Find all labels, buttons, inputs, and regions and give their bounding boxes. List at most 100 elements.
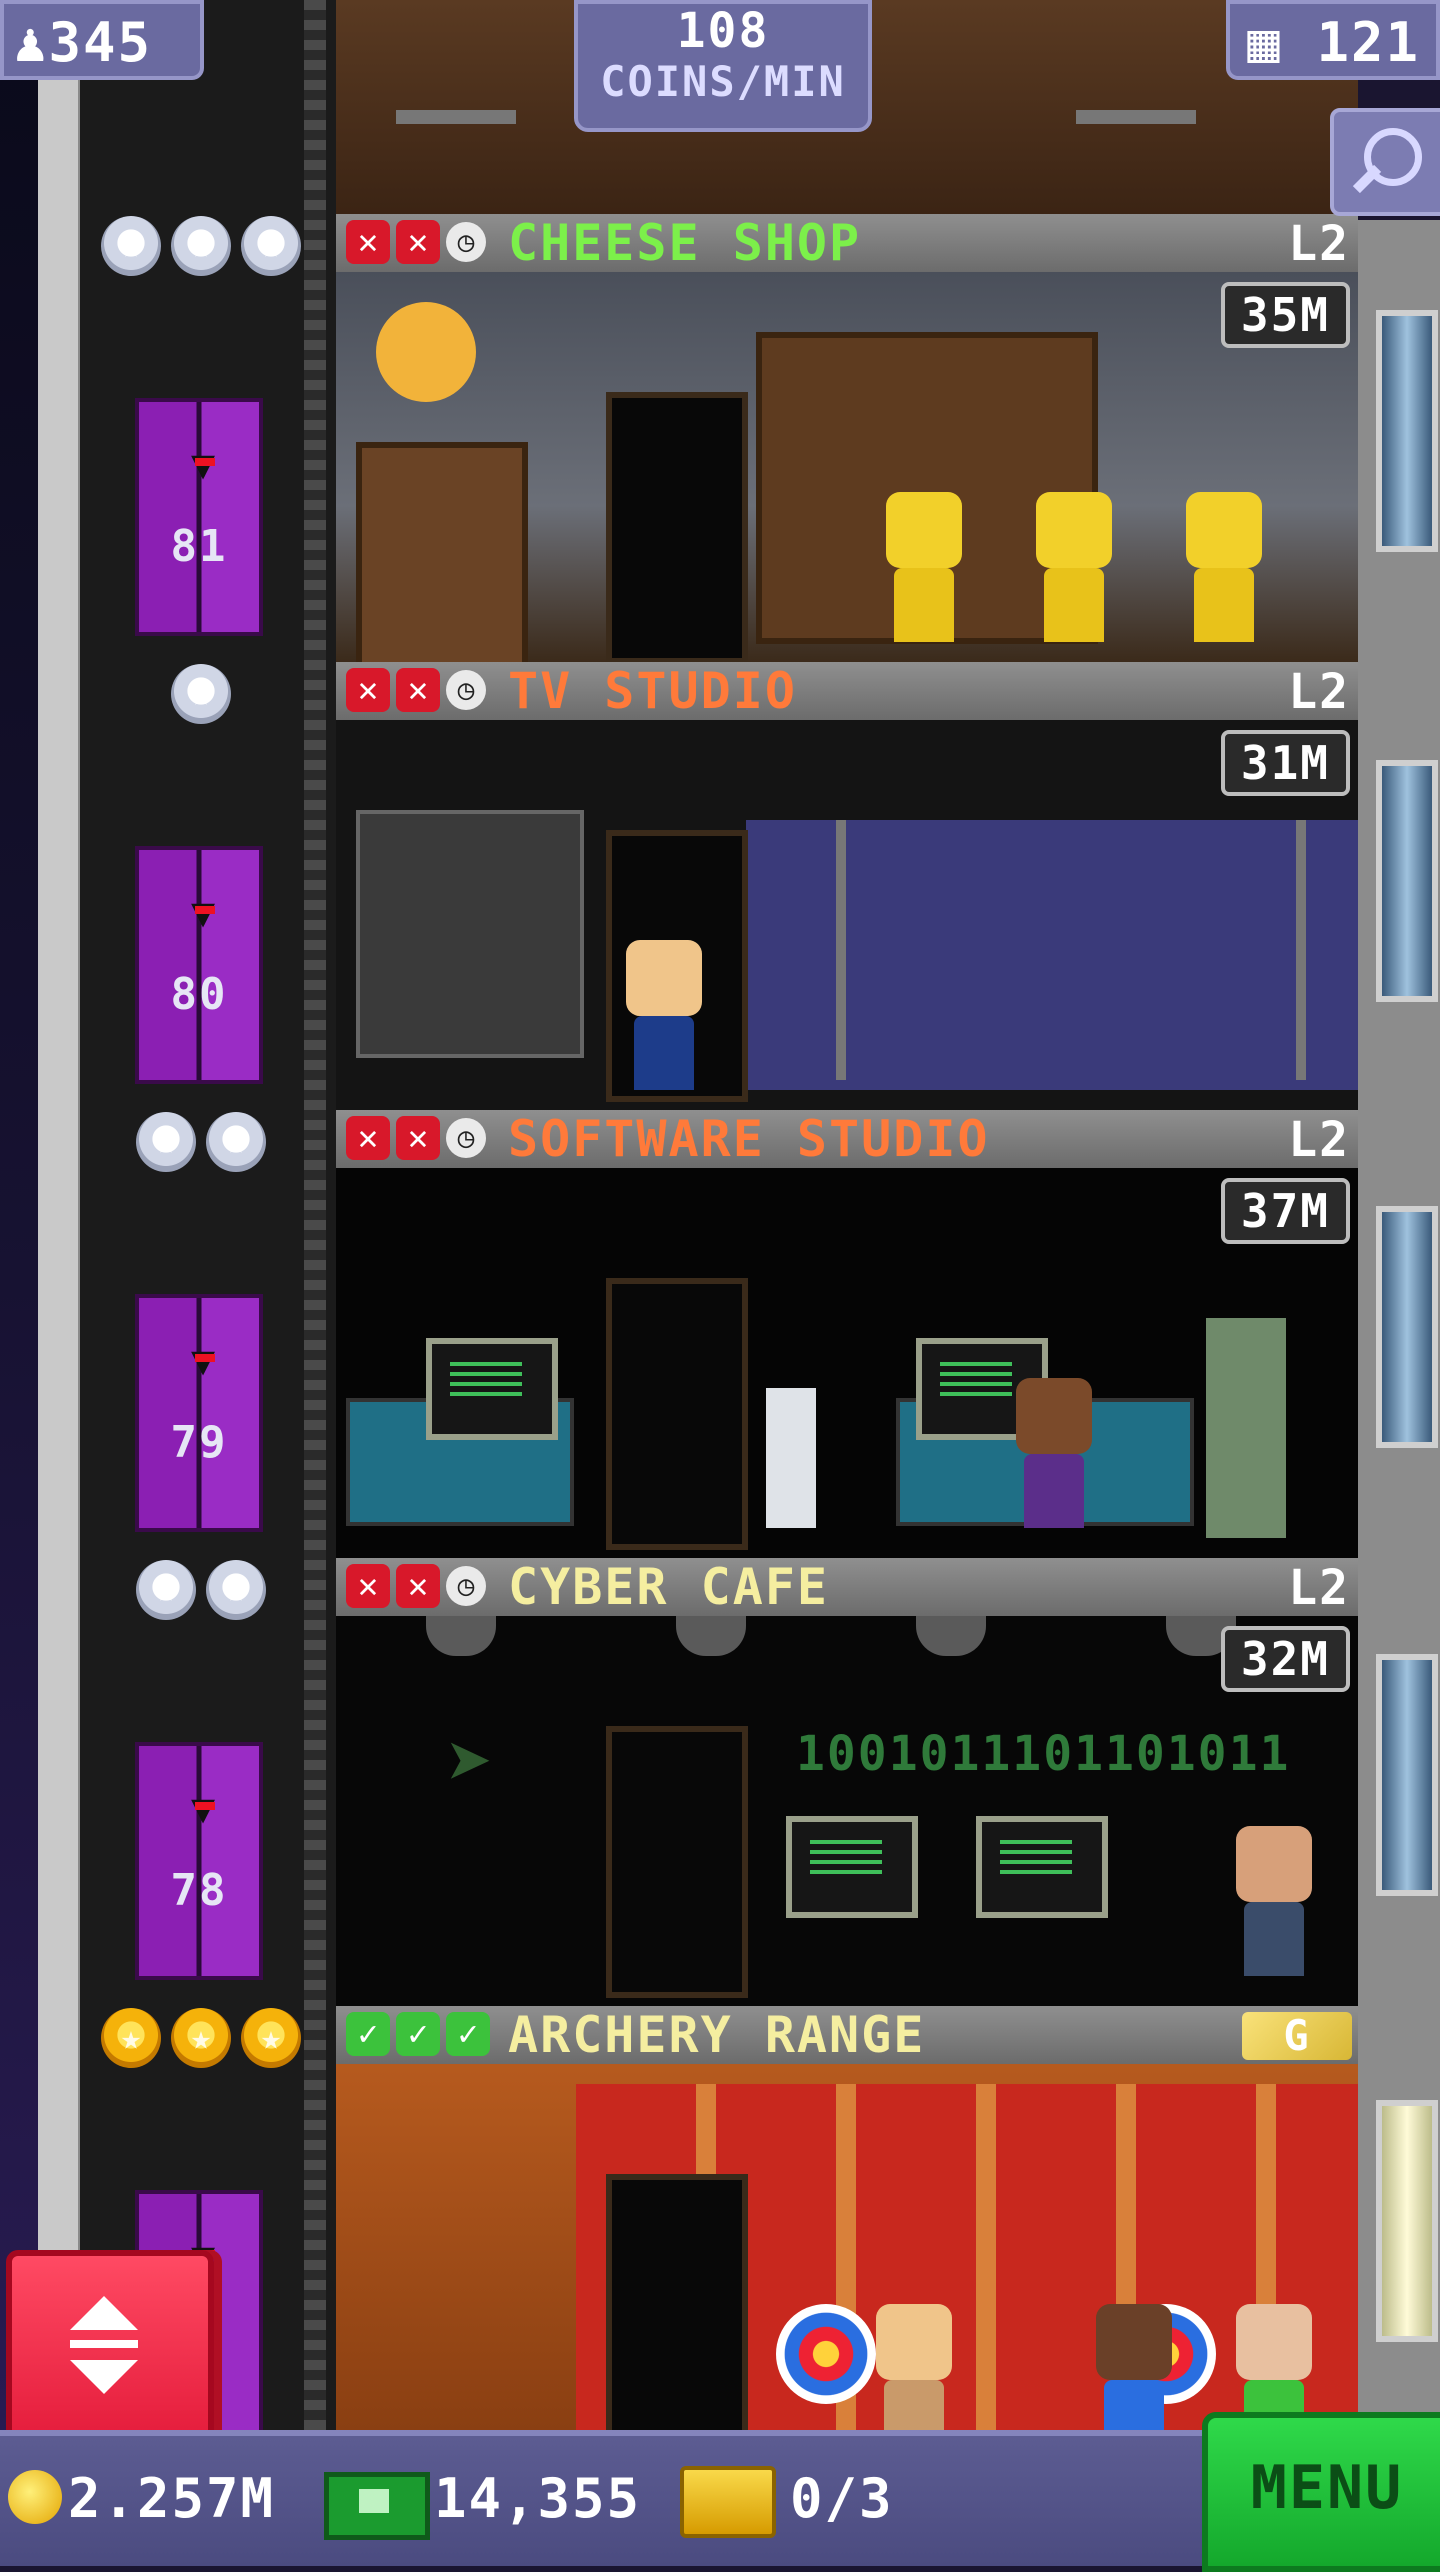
floor-software-studio[interactable]: ✕ ✕ ◷ SOFTWARE STUDIO L2 37M [336, 1110, 1358, 1558]
cheese-shelf [356, 442, 528, 662]
room-door [606, 392, 748, 662]
floor-stars-tv-studio [96, 664, 306, 724]
clock-icon: ◷ [446, 222, 486, 262]
coin-icon [8, 2470, 62, 2524]
archery-target [776, 2304, 876, 2404]
clock-icon: ◷ [446, 1566, 486, 1606]
floor-archery-range[interactable]: ✓ ✓ ✓ ARCHERY RANGE G [336, 2006, 1358, 2430]
elevator-door-floor[interactable]: ▼ 80 [135, 846, 263, 1084]
coins-per-minute-panel: 108 COINS/MIN [574, 0, 872, 132]
ceiling-lamp [426, 1616, 496, 1656]
building-icon: ▦ [1247, 11, 1282, 74]
filing-cabinet [1206, 1318, 1286, 1538]
coins-per-minute-unit: COINS/MIN [600, 57, 846, 106]
diner-table [396, 110, 516, 124]
restock-timer: 35M [1220, 282, 1350, 348]
elevator-door-floor[interactable]: ▼ 78 [135, 1742, 263, 1980]
worker-sprite [1016, 1378, 1092, 1528]
gold-star-icon [241, 2008, 301, 2068]
elevator-door-floor[interactable]: ▼ 79 [135, 1294, 263, 1532]
silver-star-icon [241, 216, 301, 276]
floor-header: ✕ ✕ ◷ CYBER CAFE L2 [336, 1558, 1358, 1620]
bat-icon: ▼ [153, 440, 253, 490]
room-door [606, 1726, 748, 1998]
window [1376, 760, 1438, 1002]
floor-counter[interactable]: ▦ 121 [1226, 0, 1440, 80]
elevator-floor-number: 79 [170, 1417, 228, 1468]
restock-timer: 32M [1220, 1626, 1350, 1692]
visitor-sprite [626, 940, 702, 1090]
golden-floor-badge[interactable]: G [1242, 2012, 1352, 2060]
floor-header: ✕ ✕ ◷ TV STUDIO L2 [336, 662, 1358, 724]
floor-cyber-cafe[interactable]: ✕ ✕ ◷ CYBER CAFE L2 ➤ 1001011101101011 3… [336, 1558, 1358, 2006]
stock-empty-icon: ✕ [346, 1116, 390, 1160]
elevator-floor-number: 80 [170, 969, 228, 1020]
restock-timer: 37M [1220, 1178, 1350, 1244]
clock-icon: ◷ [446, 1118, 486, 1158]
customer-sprite [1236, 1826, 1312, 1976]
cyber-cafe-scene: ➤ 1001011101101011 [336, 1616, 1358, 2006]
computer-monitor [786, 1816, 918, 1918]
floor-status: ✕ ✕ ◷ [346, 1564, 486, 1608]
floor-name: TV STUDIO [508, 662, 797, 720]
cursor-icon: ➤ [446, 1716, 495, 1809]
down-arrow-icon [70, 2360, 138, 2394]
person-icon: ♟ [14, 11, 49, 74]
elevator-button[interactable] [6, 2250, 214, 2442]
gold-star-icon [101, 2008, 161, 2068]
computer-monitor [426, 1338, 558, 1440]
light-stand [1296, 820, 1306, 1080]
floor-count-value: 121 [1316, 11, 1420, 74]
software-studio-scene [336, 1168, 1358, 1558]
floor-cheese-shop[interactable]: ✕ ✕ ◷ CHEESE SHOP L2 35M [336, 214, 1358, 662]
clock-icon: ◷ [446, 670, 486, 710]
stock-empty-icon: ✕ [396, 668, 440, 712]
room-door [606, 2174, 748, 2430]
floor-stars-cyber-cafe [96, 1560, 306, 1620]
elevator-door-floor[interactable]: ▼ 81 [135, 398, 263, 636]
silver-star-icon [171, 216, 231, 276]
worker-sprite [1036, 492, 1112, 642]
worker-sprite [1186, 492, 1262, 642]
stock-empty-icon: ✕ [346, 668, 390, 712]
tower-outer-wall [38, 80, 84, 2430]
floor-status: ✓ ✓ ✓ [346, 2012, 490, 2056]
floor-name: SOFTWARE STUDIO [508, 1110, 990, 1168]
stock-empty-icon: ✕ [396, 1564, 440, 1608]
floor-header: ✓ ✓ ✓ ARCHERY RANGE G [336, 2006, 1358, 2068]
stock-empty-icon: ✕ [396, 220, 440, 264]
bux-value: 14,355 [434, 2467, 642, 2530]
stocked-check-icon: ✓ [346, 2012, 390, 2056]
visitor-sprite [1096, 2304, 1172, 2430]
restock-timer: 31M [1220, 730, 1350, 796]
floor-level: L2 [1288, 664, 1350, 720]
stock-empty-icon: ✕ [396, 1116, 440, 1160]
bat-icon: ▼ [153, 1336, 253, 1386]
archery-range-scene [336, 2064, 1358, 2430]
floor-status: ✕ ✕ ◷ [346, 220, 486, 264]
bat-icon: ▼ [153, 1784, 253, 1834]
cheese-wheel [376, 302, 476, 402]
floor-tv-studio[interactable]: ✕ ✕ ◷ TV STUDIO L2 31M [336, 662, 1358, 1110]
floor-stars-cheese-shop [96, 216, 306, 276]
elevator-rail [304, 0, 326, 2430]
window [1376, 310, 1438, 552]
stock-empty-icon: ✕ [346, 1564, 390, 1608]
floor-stars-software-studio [96, 1112, 306, 1172]
control-console [356, 810, 584, 1058]
floor-stars-archery-range [96, 2008, 306, 2068]
window [1376, 2100, 1438, 2342]
floor-status: ✕ ✕ ◷ [346, 1116, 486, 1160]
search-button[interactable] [1330, 108, 1440, 216]
bat-icon: ▼ [153, 888, 253, 938]
population-counter[interactable]: ♟345 [0, 0, 204, 80]
cheese-shop-scene [336, 272, 1358, 662]
diner-table [1076, 110, 1196, 124]
elevator-floor-number: 81 [170, 521, 228, 572]
menu-button[interactable]: MENU [1202, 2412, 1440, 2572]
population-value: 345 [48, 11, 153, 74]
silver-star-icon [136, 1560, 196, 1620]
elevator-divider [70, 2340, 138, 2348]
floor-name: CHEESE SHOP [508, 214, 862, 272]
computer-monitor [976, 1816, 1108, 1918]
